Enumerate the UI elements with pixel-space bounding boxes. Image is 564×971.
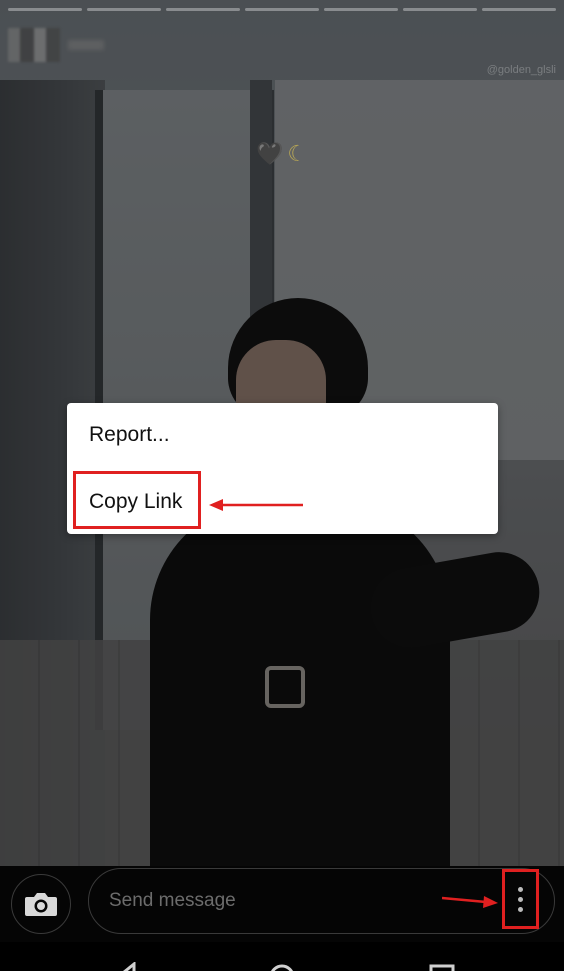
back-icon[interactable] [112, 962, 142, 971]
arrow-left-icon [209, 499, 303, 511]
emoji-sticker: 🖤 ☾ [256, 140, 307, 169]
username[interactable] [68, 40, 104, 50]
system-nav-bar [0, 942, 564, 971]
highlight-more-button [502, 869, 539, 929]
story-header: @golden_glsli [0, 14, 564, 78]
menu-item-label: Report... [89, 423, 170, 446]
progress-segment [87, 8, 161, 11]
progress-segment [245, 8, 319, 11]
home-icon[interactable] [267, 962, 297, 971]
progress-segment [166, 8, 240, 11]
avatar[interactable] [8, 28, 60, 62]
watermark: @golden_glsli [486, 64, 556, 76]
camera-button[interactable] [11, 874, 71, 934]
menu-item-report[interactable]: Report... [67, 403, 498, 467]
progress-segment [8, 8, 82, 11]
story-viewer-screen: @golden_glsli 🖤 ☾ Report... Copy Link [0, 0, 564, 971]
moon-icon: ☾ [287, 142, 308, 167]
progress-segment [482, 8, 556, 11]
black-heart-icon: 🖤 [256, 142, 284, 167]
story-progress-bar [8, 8, 556, 11]
arrow-right-icon [442, 896, 498, 908]
recents-icon[interactable] [427, 962, 457, 971]
progress-segment [324, 8, 398, 11]
progress-segment [403, 8, 477, 11]
highlight-copy-link [73, 471, 201, 529]
camera-icon [25, 893, 57, 916]
